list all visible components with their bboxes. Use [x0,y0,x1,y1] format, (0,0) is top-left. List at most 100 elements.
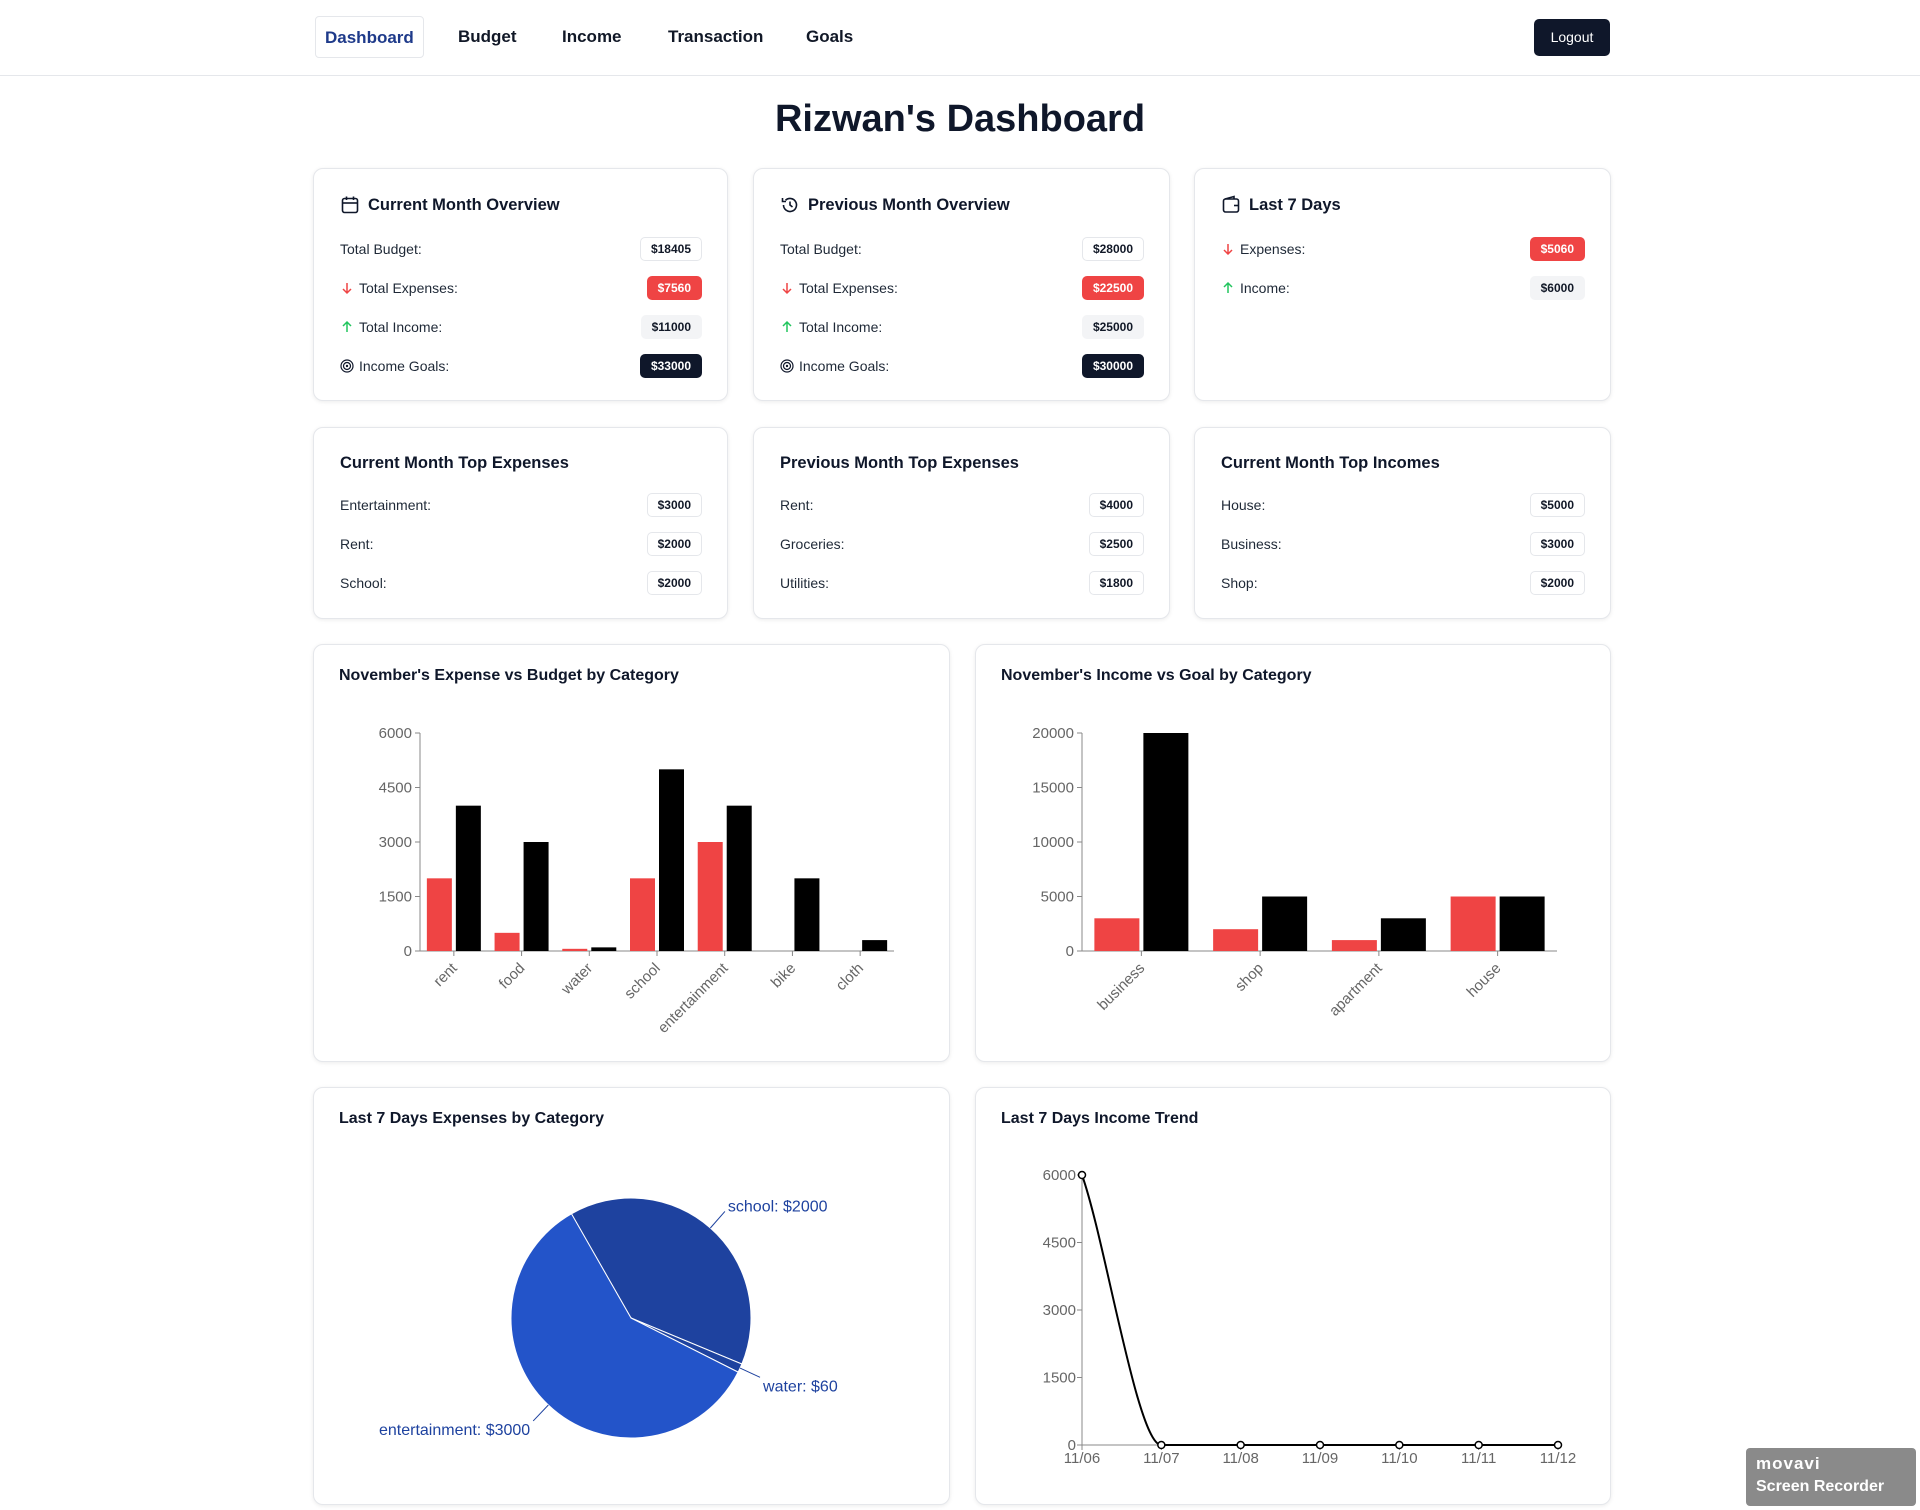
arrow-down-icon [342,283,352,295]
watermark-brand: movavi [1756,1454,1821,1473]
total-expenses-badge: $22500 [1081,276,1144,300]
bar [523,842,549,951]
y-tick-label: 4500 [1043,1235,1076,1252]
income-vs-goal-chart-card: November's Income vs Goal by Category 05… [975,644,1611,1062]
total-budget-row: Total Budget: $28000 [780,236,1144,262]
card-title-text: Last 7 Days [1249,195,1341,214]
value-badge: $3000 [646,493,702,517]
income-goals-row: Income Goals: $30000 [780,353,1144,379]
list-item: Entertainment: $3000 [340,492,702,518]
list-item: Groceries: $2500 [780,531,1144,557]
expense-vs-budget-bar-chart: 0 1500 3000 4500 6000 rent food water schoolente… [379,725,894,1037]
data-point [1315,1440,1325,1450]
x-tick-label: bike [768,960,799,991]
bar [659,769,684,951]
income-row: Income: $6000 [1221,275,1585,301]
card-title: Previous Month Top Expenses [780,454,1019,472]
card-title-text: Previous Month Overview [808,195,1010,214]
x-tick-label: school [621,960,664,1003]
bar [697,842,723,951]
x-tick-label: shop [1232,960,1267,995]
x-tick-label: 11/06 [1064,1450,1100,1467]
y-tick-label: 0 [1066,943,1074,960]
total-income-badge: $25000 [1081,315,1144,339]
row-label: Shop: [1221,575,1258,591]
bar [1262,896,1308,951]
card-title: Current Month Overview [340,195,560,215]
data-point [1395,1440,1404,1450]
current-month-top-incomes-card: Current Month Top Incomes House: $5000 B… [1194,427,1611,619]
current-month-top-expenses-card: Current Month Top Expenses Entertainment… [313,427,728,619]
top-navbar: Dashboard Budget Income Transaction Goal… [0,0,1920,76]
bar [1213,929,1259,951]
arrow-down-icon [782,283,792,295]
current-month-overview-card: Current Month Overview Total Budget: $18… [313,168,728,401]
nav-goals[interactable]: Goals [797,16,862,58]
data-point [1474,1440,1483,1450]
card-title: Current Month Top Incomes [1221,454,1440,472]
value-badge: $2000 [646,571,702,595]
x-tick-label: 11/08 [1222,1450,1258,1467]
row-label: Income: [1240,280,1290,296]
total-expenses-badge: $7560 [646,276,702,300]
bar [1450,896,1496,951]
total-budget-badge: $18405 [639,237,702,261]
wallet-icon [1222,195,1240,213]
row-label: Entertainment: [340,497,432,513]
bar [426,878,452,951]
list-item: House: $5000 [1221,492,1585,518]
y-tick-label: 20000 [1032,725,1074,742]
arrow-up-icon [782,320,792,332]
row-label: Total Budget: [340,241,422,257]
last-7-days-income-trend-card: Last 7 Days Income Trend 0 1500 3000 4500 60… [975,1087,1611,1505]
page-title: Rizwan's Dashboard [774,98,1146,140]
row-label: Rent: [340,536,374,552]
watermark-subtitle: Screen Recorder [1756,1478,1885,1495]
logout-button[interactable]: Logout [1534,19,1610,56]
screen-recorder-watermark: movavi Screen Recorder [1746,1448,1916,1506]
income-trend-line [1081,1174,1558,1446]
nav-dashboard[interactable]: Dashboard [315,16,424,58]
card-title: Current Month Top Expenses [340,454,569,472]
bar [726,805,752,951]
x-tick-label: water [557,960,596,999]
x-tick-label: entertainment [655,959,732,1036]
previous-month-top-expenses-card: Previous Month Top Expenses Rent: $4000 … [753,427,1170,619]
total-budget-row: Total Budget: $18405 [340,236,702,262]
total-budget-badge: $28000 [1081,237,1144,261]
y-tick-label: 10000 [1032,834,1074,851]
x-tick-label: business [1094,960,1148,1014]
bar [455,805,481,951]
value-badge: $3000 [1529,532,1585,556]
nav-transaction[interactable]: Transaction [659,16,772,58]
pie-label-leader [532,1404,549,1422]
value-badge: $5000 [1529,493,1585,517]
x-tick-label: 11/09 [1302,1450,1338,1467]
y-tick-label: 5000 [1041,889,1074,906]
arrow-up-icon [1223,281,1233,293]
bar [862,940,888,951]
expenses-badge: $5060 [1529,237,1585,261]
income-badge: $6000 [1529,276,1585,300]
y-tick-label: 0 [404,943,412,960]
income-vs-goal-bar-chart: 0 5000 10000 15000 20000 business shop apartmen… [1032,725,1557,1020]
nav-budget[interactable]: Budget [449,16,526,58]
row-label: House: [1221,497,1266,513]
x-tick-label: 11/12 [1540,1450,1576,1467]
nav-income[interactable]: Income [553,16,631,58]
row-label: Income Goals: [799,358,890,374]
total-income-badge: $11000 [640,315,702,339]
value-badge: $1800 [1088,571,1144,595]
row-label: Rent: [780,497,814,513]
x-tick-label: food [496,960,529,993]
total-expenses-row: Total Expenses: $22500 [780,275,1144,301]
x-tick-label: cloth [833,960,867,994]
list-item: Utilities: $1800 [780,570,1144,596]
row-label: Total Income: [799,319,883,335]
value-badge: $2000 [1529,571,1585,595]
row-label: Income Goals: [359,358,450,374]
x-tick-label: apartment [1326,959,1386,1019]
previous-month-overview-card: Previous Month Overview Total Budget: $2… [753,168,1170,401]
bar [494,932,520,951]
bar [1331,940,1377,951]
